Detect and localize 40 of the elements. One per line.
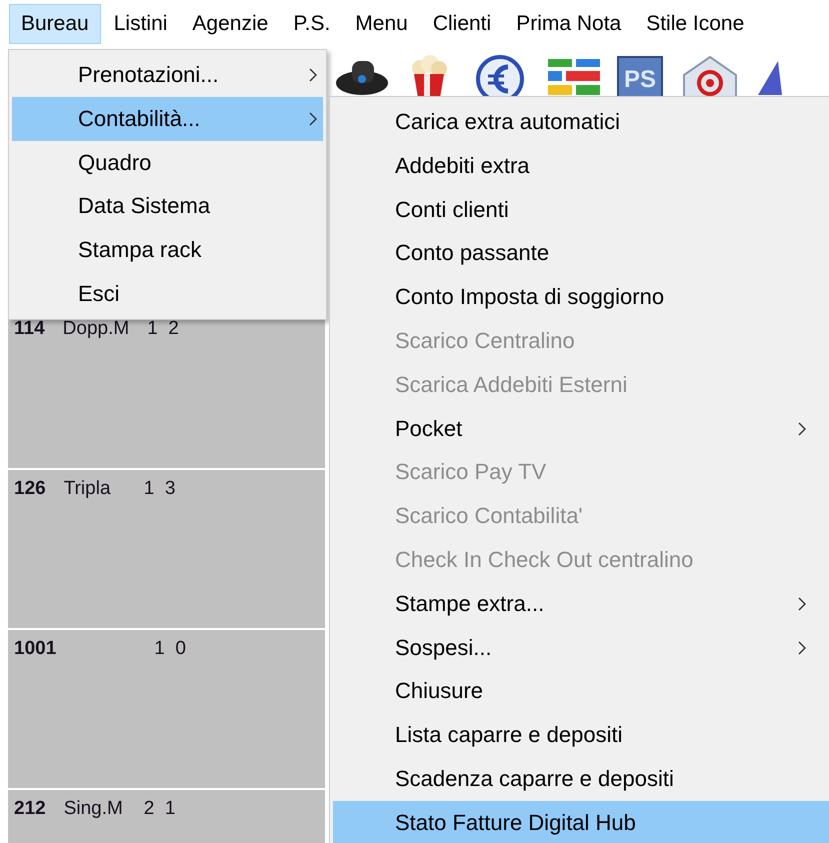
menubar-item[interactable]: P.S. bbox=[281, 4, 342, 44]
menubar-item[interactable]: Agenzie bbox=[180, 4, 280, 44]
submenu-option[interactable]: Chiusure bbox=[333, 669, 829, 714]
submenu-option[interactable]: Lista caparre e depositi bbox=[333, 713, 829, 757]
room-type: Dopp.M bbox=[62, 318, 130, 340]
room-tile[interactable]: 126 Tripla 1 3 bbox=[8, 470, 325, 628]
room-number: 212 bbox=[14, 798, 46, 820]
dropdown-option[interactable]: Prenotazioni... bbox=[12, 53, 323, 97]
menubar-item[interactable]: Stile Icone bbox=[634, 4, 756, 44]
color-blocks-icon[interactable] bbox=[548, 59, 600, 95]
dropdown-option[interactable]: Data Sistema bbox=[12, 184, 323, 228]
submenu-option[interactable]: Carica extra automatici bbox=[333, 100, 829, 144]
room-number: 114 bbox=[14, 318, 45, 340]
menubar-item[interactable]: Menu bbox=[343, 4, 420, 44]
submenu-option[interactable]: Addebiti extra bbox=[333, 144, 829, 188]
menubar-item[interactable]: Bureau bbox=[9, 4, 101, 44]
submenu-option[interactable]: Scadenza caparre e depositi bbox=[333, 756, 829, 801]
submenu-option[interactable]: Conto Imposta di soggiorno bbox=[333, 275, 829, 319]
room-type: Sing.M bbox=[64, 798, 124, 820]
room-counts: 2 1 bbox=[144, 798, 176, 820]
submenu-option[interactable]: Pocket bbox=[333, 406, 829, 450]
room-counts: 1 3 bbox=[144, 478, 176, 500]
submenu-option[interactable]: Conto passante bbox=[333, 231, 829, 276]
room-counts: 1 2 bbox=[147, 318, 179, 340]
room-tile[interactable]: 212 Sing.M 2 1 bbox=[8, 790, 325, 843]
menubar-item[interactable]: Prima Nota bbox=[504, 4, 634, 44]
room-type: Tripla bbox=[64, 478, 112, 500]
submenu-option[interactable]: Stato Fatture Digital Hub bbox=[333, 800, 829, 843]
room-tile[interactable]: 1001 1 0 bbox=[8, 630, 325, 788]
submenu-option[interactable]: Stampe extra... bbox=[333, 582, 829, 626]
dropdown-option[interactable]: Contabilità... bbox=[12, 96, 323, 141]
menubar-item[interactable]: Clienti bbox=[420, 4, 504, 44]
menubar-item[interactable]: Listini bbox=[102, 4, 180, 44]
room-number: 126 bbox=[14, 478, 46, 500]
room-number: 1001 bbox=[14, 638, 56, 660]
dropdown-option[interactable]: Stampa rack bbox=[12, 228, 323, 272]
dropdown-option[interactable]: Quadro bbox=[12, 140, 323, 184]
room-counts: 1 0 bbox=[154, 638, 186, 660]
submenu-option[interactable]: Sospesi... bbox=[333, 626, 829, 670]
submenu-option[interactable]: Conti clienti bbox=[333, 188, 829, 232]
